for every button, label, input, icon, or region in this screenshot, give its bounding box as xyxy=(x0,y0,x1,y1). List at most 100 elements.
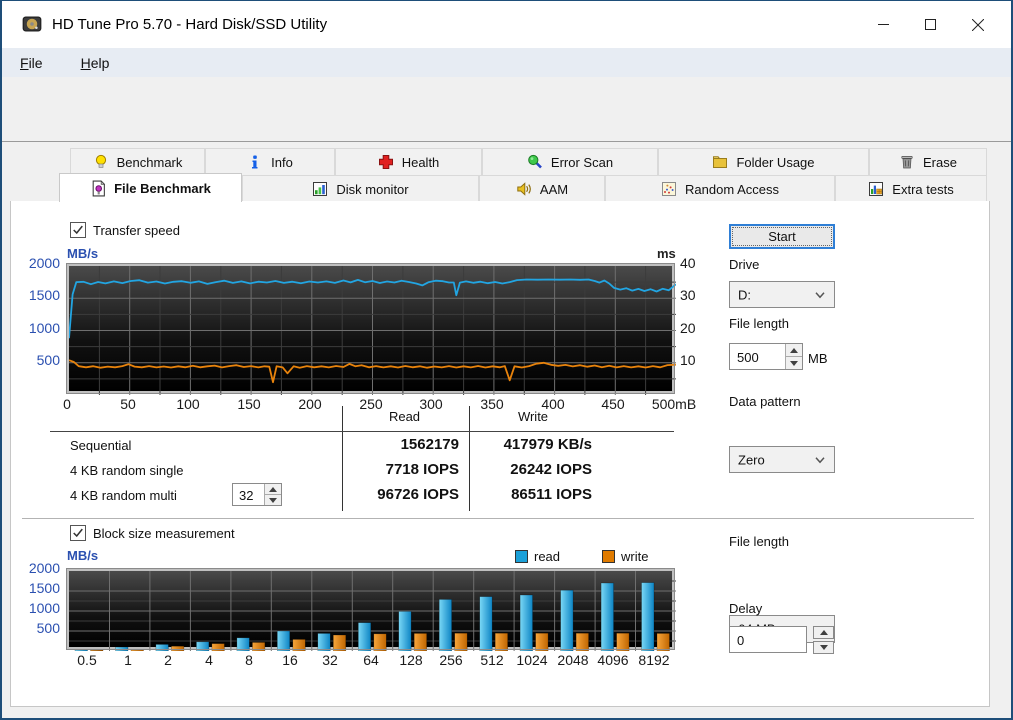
block-file-length-label: File length xyxy=(729,534,789,549)
write-legend-swatch xyxy=(602,550,615,563)
toolbar: BIOSTAR M700-256GB (256 gB) -- °C Exit xyxy=(2,77,1011,198)
block-size-label: Block size measurement xyxy=(93,525,235,541)
tab-erase[interactable]: Erase xyxy=(869,148,987,175)
drive-label: Drive xyxy=(729,257,760,272)
read-legend-swatch xyxy=(515,550,528,563)
block-size-chart xyxy=(66,568,676,651)
menu-bar: File Help xyxy=(2,48,1011,77)
axis-tick: 1024 xyxy=(516,652,548,668)
menu-file[interactable]: File xyxy=(14,53,49,73)
axis-tick: 1500 xyxy=(28,287,60,303)
delay-down-icon[interactable] xyxy=(813,641,834,654)
extra-tests-icon xyxy=(868,181,885,198)
block-size-checkbox[interactable] xyxy=(70,525,86,541)
tab-health[interactable]: Health xyxy=(335,148,482,175)
axis-tick: 2000 xyxy=(28,560,60,576)
stepper-up-icon[interactable] xyxy=(265,484,281,494)
folder-usage-icon xyxy=(712,154,729,171)
axis-tick: 100 xyxy=(176,396,200,412)
tab-info[interactable]: Info xyxy=(205,148,335,175)
drive-dropdown[interactable]: D: xyxy=(729,281,835,308)
ts-right-axis-ticks: 10 20 30 40 xyxy=(680,256,720,393)
axis-tick: 2000 xyxy=(28,255,60,271)
stepper-down-icon[interactable] xyxy=(786,356,802,369)
tab-bar: Benchmark Info Health Error Scan Folder Usag… xyxy=(2,141,1011,202)
axis-tick: 10 xyxy=(680,352,696,368)
result-write-value: 86511 IOPS xyxy=(511,486,592,503)
transfer-speed-checkbox[interactable] xyxy=(70,222,86,238)
file-length-stepper[interactable]: 500 xyxy=(729,343,803,370)
stepper-down-icon[interactable] xyxy=(265,494,281,505)
axis-tick: 500 xyxy=(36,620,60,636)
axis-tick: 512 xyxy=(480,652,504,668)
data-pattern-dropdown[interactable]: Zero xyxy=(729,446,835,473)
tab-folder-usage[interactable]: Folder Usage xyxy=(658,148,869,175)
axis-tick: 500mB xyxy=(651,396,697,412)
delay-up-icon[interactable] xyxy=(813,626,834,639)
axis-tick: 200 xyxy=(298,396,322,412)
close-icon[interactable] xyxy=(954,1,1001,48)
tab-file-benchmark[interactable]: File Benchmark xyxy=(59,173,242,202)
queue-depth-value: 32 xyxy=(239,488,254,503)
app-icon xyxy=(22,14,42,34)
delay-input[interactable]: 0 xyxy=(729,626,807,653)
ts-right-axis-unit: ms xyxy=(657,246,676,261)
error-scan-icon xyxy=(527,154,544,171)
tab-random-access[interactable]: Random Access xyxy=(605,175,835,202)
axis-tick: 20 xyxy=(680,320,696,336)
legend-read: read xyxy=(515,549,560,564)
result-row-label: 4 KB random multi xyxy=(70,488,177,503)
maximize-icon[interactable] xyxy=(907,1,954,48)
file-length-value: 500 xyxy=(737,350,759,365)
queue-depth-stepper[interactable]: 32 xyxy=(232,483,282,506)
delay-label: Delay xyxy=(729,601,763,616)
axis-tick: 0.5 xyxy=(77,652,97,668)
health-cross-icon xyxy=(378,154,395,171)
axis-tick: 2 xyxy=(164,652,172,668)
axis-tick: 4 xyxy=(205,652,213,668)
tab-error-scan[interactable]: Error Scan xyxy=(482,148,658,175)
axis-tick: 8192 xyxy=(638,652,670,668)
axis-tick: 32 xyxy=(322,652,338,668)
axis-tick: 2048 xyxy=(557,652,589,668)
tab-benchmark[interactable]: Benchmark xyxy=(70,148,205,175)
info-icon xyxy=(247,154,264,171)
axis-tick: 1500 xyxy=(28,580,60,596)
start-button[interactable]: Start xyxy=(729,224,835,249)
window-title: HD Tune Pro 5.70 - Hard Disk/SSD Utility xyxy=(52,16,328,33)
axis-tick: 150 xyxy=(237,396,261,412)
axis-tick: 50 xyxy=(120,396,136,412)
table-divider xyxy=(342,406,343,511)
result-row-label: Sequential xyxy=(70,438,132,453)
axis-tick: 450 xyxy=(601,396,625,412)
read-column-header: Read xyxy=(388,409,421,424)
result-write-value: 26242 IOPS xyxy=(510,461,592,478)
result-row-label: 4 KB random single xyxy=(70,463,184,478)
axis-tick: 1 xyxy=(124,652,132,668)
ts-yaxis-unit: MB/s xyxy=(67,246,99,261)
aam-speaker-icon xyxy=(516,181,533,198)
stepper-up-icon[interactable] xyxy=(786,344,802,356)
section-divider xyxy=(22,518,974,520)
axis-tick: 1000 xyxy=(28,600,60,616)
ts-yaxis-ticks: 500 1000 1500 2000 xyxy=(2,256,60,393)
title-bar: HD Tune Pro 5.70 - Hard Disk/SSD Utility xyxy=(2,1,1011,48)
axis-tick: 8 xyxy=(245,652,253,668)
tab-aam[interactable]: AAM xyxy=(479,175,605,202)
write-legend-label: write xyxy=(621,549,649,564)
data-pattern-value: Zero xyxy=(738,452,765,467)
result-read-value: 7718 IOPS xyxy=(385,461,459,478)
read-legend-label: read xyxy=(534,549,561,564)
transfer-speed-option: Transfer speed xyxy=(70,222,180,238)
tab-disk-monitor[interactable]: Disk monitor xyxy=(242,175,479,202)
menu-help[interactable]: Help xyxy=(75,53,116,73)
app-window: HD Tune Pro 5.70 - Hard Disk/SSD Utility… xyxy=(0,0,1013,720)
block-size-option: Block size measurement xyxy=(70,525,235,541)
minimize-icon[interactable] xyxy=(860,1,907,48)
axis-tick: 500 xyxy=(36,352,60,368)
tab-extra-tests[interactable]: Extra tests xyxy=(835,175,987,202)
axis-tick: 128 xyxy=(399,652,423,668)
bs-xaxis-ticks: 0.5 1 2 4 8 16 32 64 128 256 512 1024 2048 4096 8192 xyxy=(67,653,674,669)
bs-yaxis-ticks: 500 1000 1500 2000 xyxy=(2,561,60,649)
axis-tick: 16 xyxy=(282,652,298,668)
